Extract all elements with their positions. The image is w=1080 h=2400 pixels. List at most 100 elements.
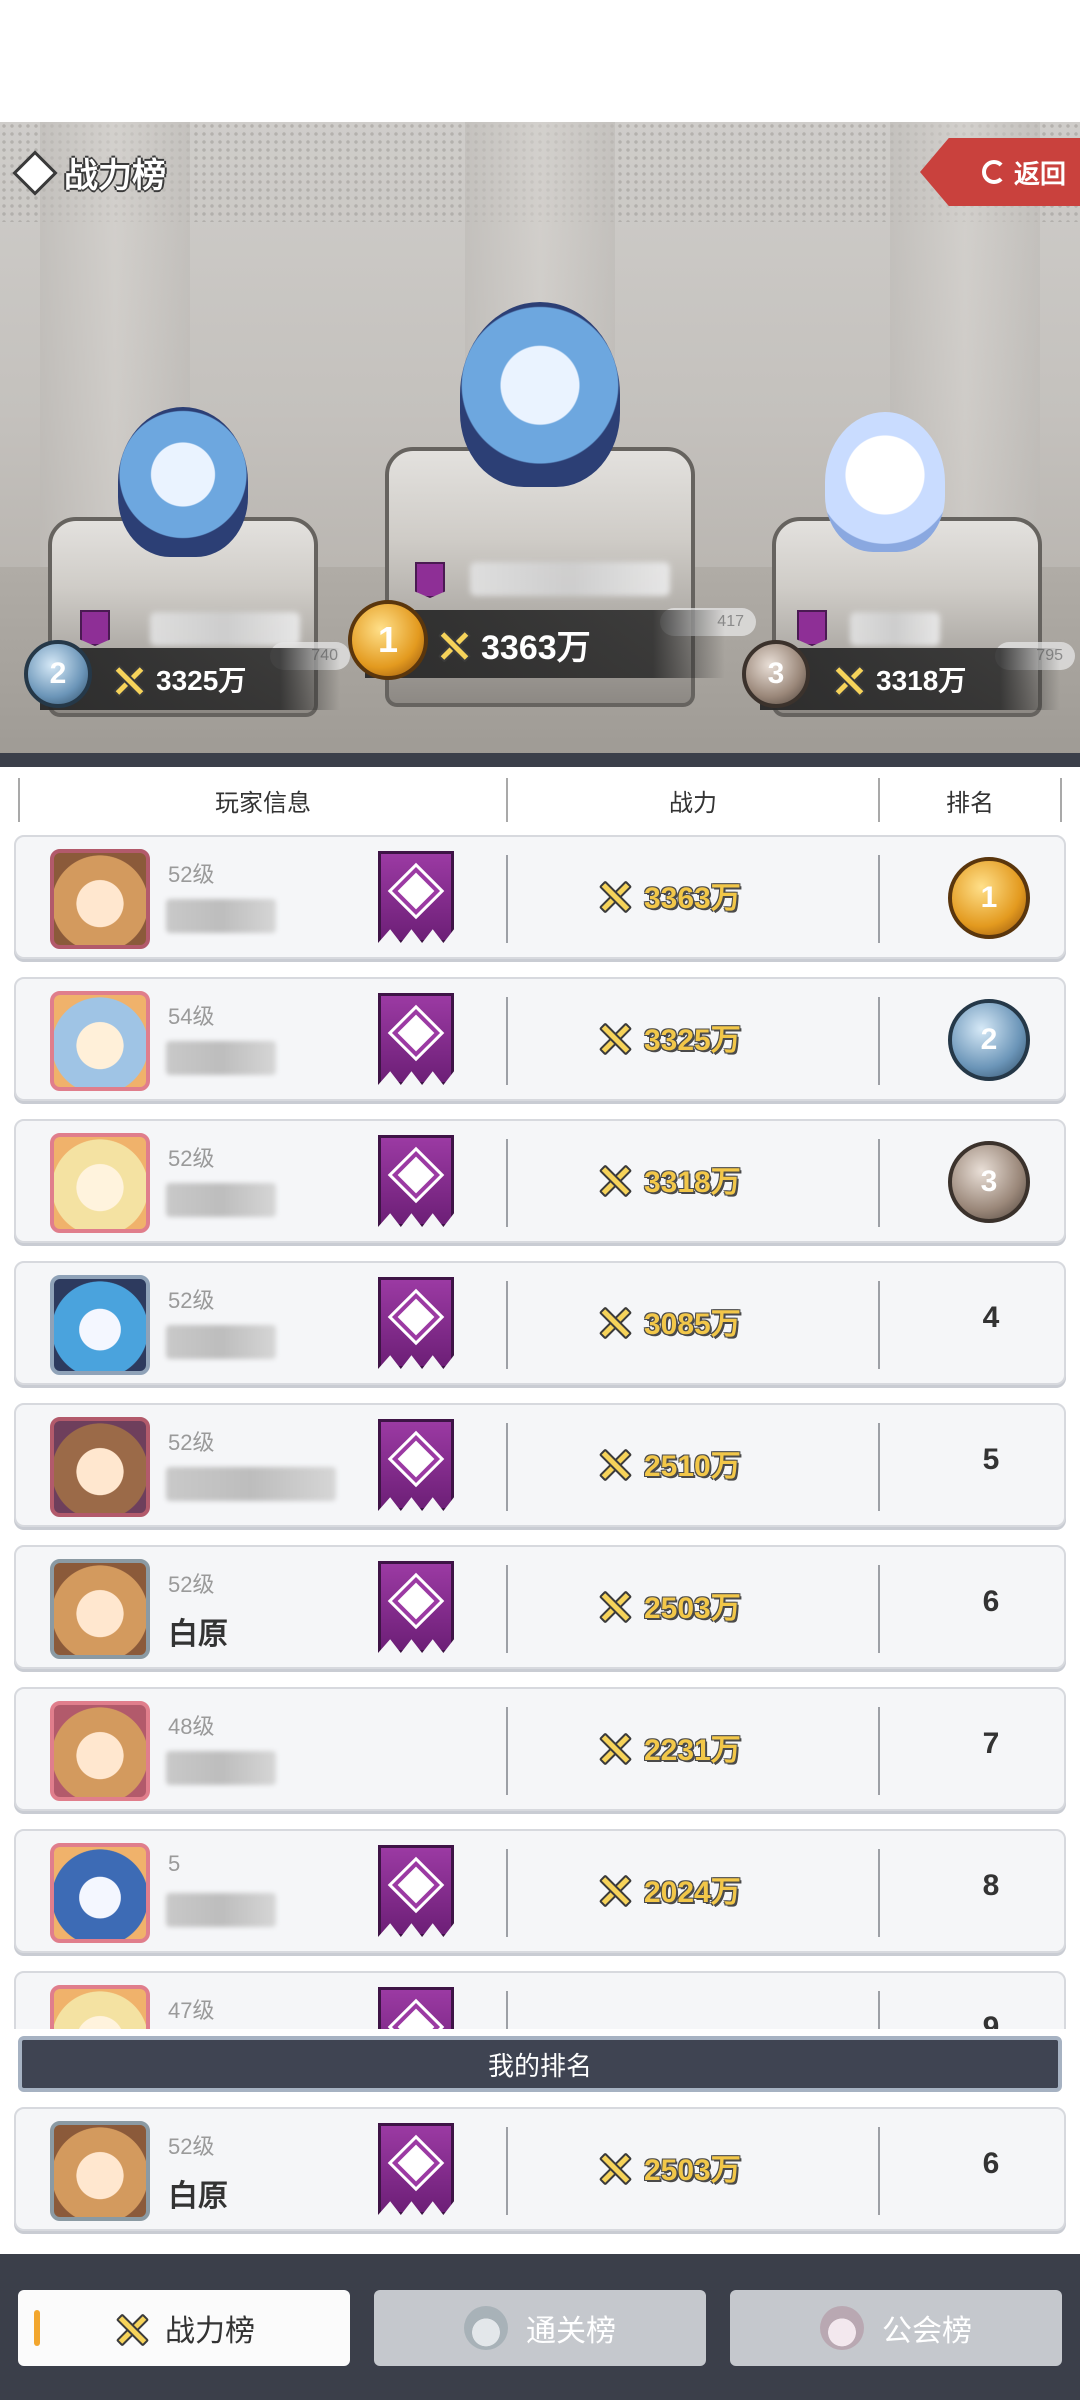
character-rank-2[interactable] [118,407,248,557]
podium-power: 3325万 [156,665,247,696]
table-row[interactable]: 52级 白原 2503万 6 [14,1545,1066,1669]
divider [506,1281,508,1369]
player-level: 54级 [168,1004,215,1029]
power-text: 2510万 [644,1450,741,1483]
podium-power: 3318万 [876,665,967,696]
avatar[interactable] [50,1275,150,1375]
page-title-text: 战力榜 [64,157,166,195]
rank-2-medal: 2 [24,640,92,708]
player-level: 5 [168,1851,181,1876]
power-value: 3085万 [596,1299,741,1343]
player-name-blurred [166,1183,276,1217]
guild-banner-icon [797,610,827,646]
table-header: 玩家信息 战力 排名 [18,778,1062,822]
crossed-swords-icon [596,1730,630,1764]
divider [878,1707,880,1795]
crossed-swords-icon [596,1872,630,1906]
guild-banner-icon[interactable] [378,851,454,943]
rank-1-medal: 1 [348,600,428,680]
table-row[interactable]: 52级 3085万 4 [14,1261,1066,1385]
guild-banner-icon[interactable] [378,1419,454,1511]
table-row[interactable]: 5 2024万 8 [14,1829,1066,1953]
crossed-swords-icon [435,627,469,661]
power-value: 3318万 [596,1157,741,1201]
guild-banner-icon [80,610,110,646]
power-value: 2503万 [596,2145,741,2189]
player-level: 52级 [168,1288,215,1313]
guild-banner-icon[interactable] [378,993,454,1085]
power-text: 2503万 [644,2154,741,2187]
player-name-blurred [166,899,276,933]
power-value: 2510万 [596,1441,741,1485]
table-row[interactable]: 47级 9 [14,1971,1066,2029]
rank-number: 5 [982,1443,1000,1476]
table-row[interactable]: 52级 3318万 3 [14,1119,1066,1243]
podium-power: 3363万 [481,628,591,667]
avatar[interactable] [50,1985,150,2029]
rank-3-badge-icon: 3 [948,1141,1030,1223]
guild-banner-icon [415,562,445,598]
avatar[interactable] [50,991,150,1091]
guild-banner-icon[interactable] [378,1987,454,2029]
crossed-swords-icon [596,1446,630,1480]
tab-clear-ranking[interactable]: 通关榜 [374,2290,706,2366]
tab-guild-ranking[interactable]: 公会榜 [730,2290,1062,2366]
divider [878,1139,880,1227]
crossed-swords-icon [596,878,630,912]
ranking-list[interactable]: 52级 3363万 1 54级 3325万 2 52级 3318万 3 52级 … [0,835,1080,2029]
power-value: 2231万 [596,1725,741,1769]
podium-hero: 战力榜 返回 740 3325万 2 417 3363万 1 795 3318万… [0,122,1080,767]
page-title: 战力榜 [16,148,166,197]
divider [878,2127,880,2215]
divider [506,997,508,1085]
player-level: 52级 [168,1572,215,1597]
divider [878,1281,880,1369]
back-button-label: 返回 [1013,158,1066,189]
table-row[interactable]: 52级 2510万 5 [14,1403,1066,1527]
player-name-blurred [166,1751,276,1785]
guild-banner-icon[interactable] [378,1135,454,1227]
avatar[interactable] [50,1559,150,1659]
guild-banner-icon[interactable] [378,2123,454,2215]
table-row[interactable]: 48级 2231万 7 [14,1687,1066,1811]
player-name: 白原 [168,1618,228,1651]
power-text: 3363万 [644,882,741,915]
table-row[interactable]: 52级 3363万 1 [14,835,1066,959]
guild-banner-icon[interactable] [378,1561,454,1653]
avatar[interactable] [50,1701,150,1801]
crossed-swords-icon [596,1020,630,1054]
tab-label: 战力榜 [165,2315,255,2348]
divider [878,1565,880,1653]
crossed-swords-icon [113,2311,147,2345]
avatar[interactable] [50,1133,150,1233]
guild-banner-icon[interactable] [378,1277,454,1369]
table-row[interactable]: 54级 3325万 2 [14,977,1066,1101]
divider [878,1849,880,1937]
divider [506,1849,508,1937]
back-button[interactable]: 返回 [920,138,1080,206]
tab-power-ranking[interactable]: 战力榜 [18,2290,350,2366]
power-value: 2024万 [596,1867,741,1911]
my-rank-row[interactable]: 52级 白原 2503万 6 [14,2107,1066,2231]
crossed-swords-icon [110,662,144,696]
avatar[interactable] [50,2121,150,2221]
mountain-icon [464,2306,508,2350]
character-rank-3[interactable] [825,412,945,552]
divider [878,1423,880,1511]
guild-banner-icon[interactable] [378,1845,454,1937]
divider [506,1423,508,1511]
player-name-blurred [150,612,300,646]
avatar[interactable] [50,1843,150,1943]
my-rank-header: 我的排名 [18,2036,1062,2092]
divider [878,855,880,943]
player-name: 白原 [168,2180,228,2213]
character-rank-1[interactable] [460,302,620,487]
power-value: 3363万 [596,873,741,917]
power-value: 2503万 [596,1583,741,1627]
header-player-info: 玩家信息 [18,778,506,822]
avatar[interactable] [50,1417,150,1517]
avatar[interactable] [50,849,150,949]
player-name-blurred [166,1325,276,1359]
back-arrow-icon [981,160,1006,184]
rank-number: 6 [982,1585,1000,1618]
